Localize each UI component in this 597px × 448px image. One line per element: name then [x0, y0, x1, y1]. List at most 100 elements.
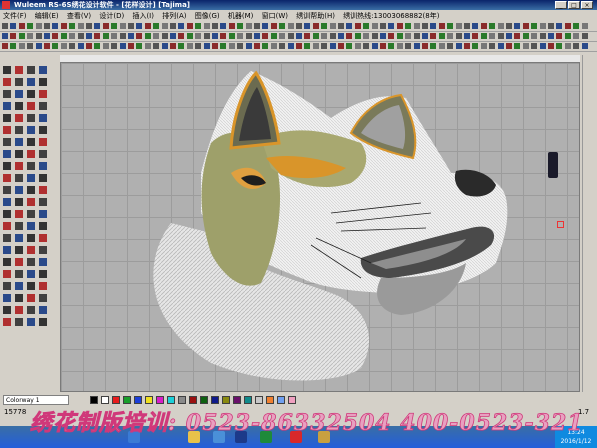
- toolbar-icon[interactable]: [548, 33, 554, 39]
- toolbar-icon[interactable]: [35, 23, 42, 29]
- tool-icon[interactable]: [15, 294, 23, 302]
- color-swatch[interactable]: [167, 396, 175, 404]
- tool-icon[interactable]: [27, 210, 35, 218]
- minimize-button[interactable]: _: [555, 1, 567, 9]
- toolbar-icon[interactable]: [304, 43, 311, 49]
- tool-icon[interactable]: [39, 126, 47, 134]
- toolbar-icon[interactable]: [489, 33, 496, 39]
- tool-icon[interactable]: [3, 282, 11, 290]
- toolbar-icon[interactable]: [237, 23, 244, 29]
- toolbar-icon[interactable]: [539, 33, 546, 39]
- toolbar-icon[interactable]: [338, 23, 344, 29]
- toolbar-icon[interactable]: [321, 43, 328, 49]
- tool-icon[interactable]: [27, 138, 35, 146]
- toolbar-icon[interactable]: [312, 33, 319, 39]
- wolf-embroidery[interactable]: [61, 63, 581, 393]
- toolbar-icon[interactable]: [497, 43, 504, 49]
- tool-icon[interactable]: [27, 306, 35, 314]
- toolbar-icon[interactable]: [405, 33, 412, 39]
- toolbar-icon[interactable]: [464, 43, 470, 49]
- toolbar-icon[interactable]: [413, 33, 420, 39]
- toolbar-icon[interactable]: [111, 23, 118, 29]
- tool-icon[interactable]: [15, 318, 23, 326]
- toolbar-icon[interactable]: [77, 23, 84, 29]
- toolbar-icon[interactable]: [136, 23, 143, 29]
- toolbar-icon[interactable]: [472, 23, 479, 29]
- toolbar-icon[interactable]: [413, 23, 420, 29]
- toolbar-icon[interactable]: [262, 23, 269, 29]
- tool-icon[interactable]: [27, 174, 35, 182]
- tool-icon[interactable]: [39, 90, 47, 98]
- colorway-select[interactable]: Colorway 1: [3, 395, 69, 405]
- toolbar-icon[interactable]: [220, 33, 227, 39]
- toolbar-icon[interactable]: [144, 33, 151, 39]
- toolbar-icon[interactable]: [472, 33, 479, 39]
- toolbar-icon[interactable]: [279, 43, 286, 49]
- toolbar-icon[interactable]: [506, 43, 512, 49]
- toolbar-icon[interactable]: [128, 43, 134, 49]
- page-control-widget[interactable]: [548, 152, 558, 178]
- tool-icon[interactable]: [27, 282, 35, 290]
- menu-design[interactable]: 设计(D): [96, 10, 127, 22]
- toolbar-icon[interactable]: [346, 43, 353, 49]
- toolbar-icon[interactable]: [464, 23, 470, 29]
- toolbar-icon[interactable]: [195, 23, 202, 29]
- toolbar-icon[interactable]: [245, 43, 252, 49]
- toolbar-icon[interactable]: [18, 23, 25, 29]
- toolbar-icon[interactable]: [287, 23, 294, 29]
- toolbar-icon[interactable]: [128, 33, 134, 39]
- tool-icon[interactable]: [39, 174, 47, 182]
- toolbar-icon[interactable]: [329, 43, 336, 49]
- toolbar-icon[interactable]: [52, 33, 59, 39]
- tool-icon[interactable]: [15, 258, 23, 266]
- toolbar-icon[interactable]: [212, 33, 218, 39]
- tool-icon[interactable]: [27, 222, 35, 230]
- toolbar-icon[interactable]: [178, 33, 185, 39]
- toolbar-icon[interactable]: [338, 33, 344, 39]
- tool-icon[interactable]: [3, 150, 11, 158]
- toolbar-icon[interactable]: [111, 33, 118, 39]
- tool-icon[interactable]: [15, 126, 23, 134]
- toolbar-icon[interactable]: [254, 33, 260, 39]
- tool-icon[interactable]: [15, 234, 23, 242]
- menu-arrange[interactable]: 排列(A): [159, 10, 189, 22]
- color-swatch[interactable]: [288, 396, 296, 404]
- toolbar-icon[interactable]: [170, 33, 176, 39]
- tool-icon[interactable]: [27, 246, 35, 254]
- tool-icon[interactable]: [27, 258, 35, 266]
- toolbar-icon[interactable]: [556, 23, 563, 29]
- toolbar-icon[interactable]: [27, 23, 34, 29]
- toolbar-icon[interactable]: [237, 33, 244, 39]
- toolbar-icon[interactable]: [296, 33, 302, 39]
- tool-icon[interactable]: [39, 162, 47, 170]
- toolbar-icon[interactable]: [161, 33, 168, 39]
- toolbar-icon[interactable]: [245, 23, 252, 29]
- toolbar-icon[interactable]: [102, 23, 109, 29]
- tool-icon[interactable]: [27, 114, 35, 122]
- toolbar-icon[interactable]: [539, 23, 546, 29]
- toolbar-icon[interactable]: [18, 43, 25, 49]
- toolbar-icon[interactable]: [413, 43, 420, 49]
- toolbar-icon[interactable]: [287, 33, 294, 39]
- toolbar-icon[interactable]: [69, 43, 76, 49]
- tool-icon[interactable]: [15, 270, 23, 278]
- tool-icon[interactable]: [39, 186, 47, 194]
- tool-icon[interactable]: [39, 294, 47, 302]
- toolbar-icon[interactable]: [262, 43, 269, 49]
- tool-icon[interactable]: [3, 66, 11, 74]
- toolbar-icon[interactable]: [506, 33, 512, 39]
- toolbar-icon[interactable]: [522, 43, 529, 49]
- toolbar-icon[interactable]: [178, 23, 185, 29]
- tool-icon[interactable]: [3, 198, 11, 206]
- toolbar-icon[interactable]: [522, 33, 529, 39]
- toolbar-icon[interactable]: [161, 23, 168, 29]
- toolbar-icon[interactable]: [10, 23, 17, 29]
- toolbar-icon[interactable]: [270, 43, 277, 49]
- toolbar-icon[interactable]: [186, 43, 193, 49]
- selection-marker[interactable]: [557, 221, 564, 228]
- color-swatch[interactable]: [101, 396, 109, 404]
- menu-insert[interactable]: 插入(I): [129, 10, 157, 22]
- toolbar-icon[interactable]: [270, 33, 277, 39]
- tool-icon[interactable]: [15, 198, 23, 206]
- color-swatch[interactable]: [123, 396, 131, 404]
